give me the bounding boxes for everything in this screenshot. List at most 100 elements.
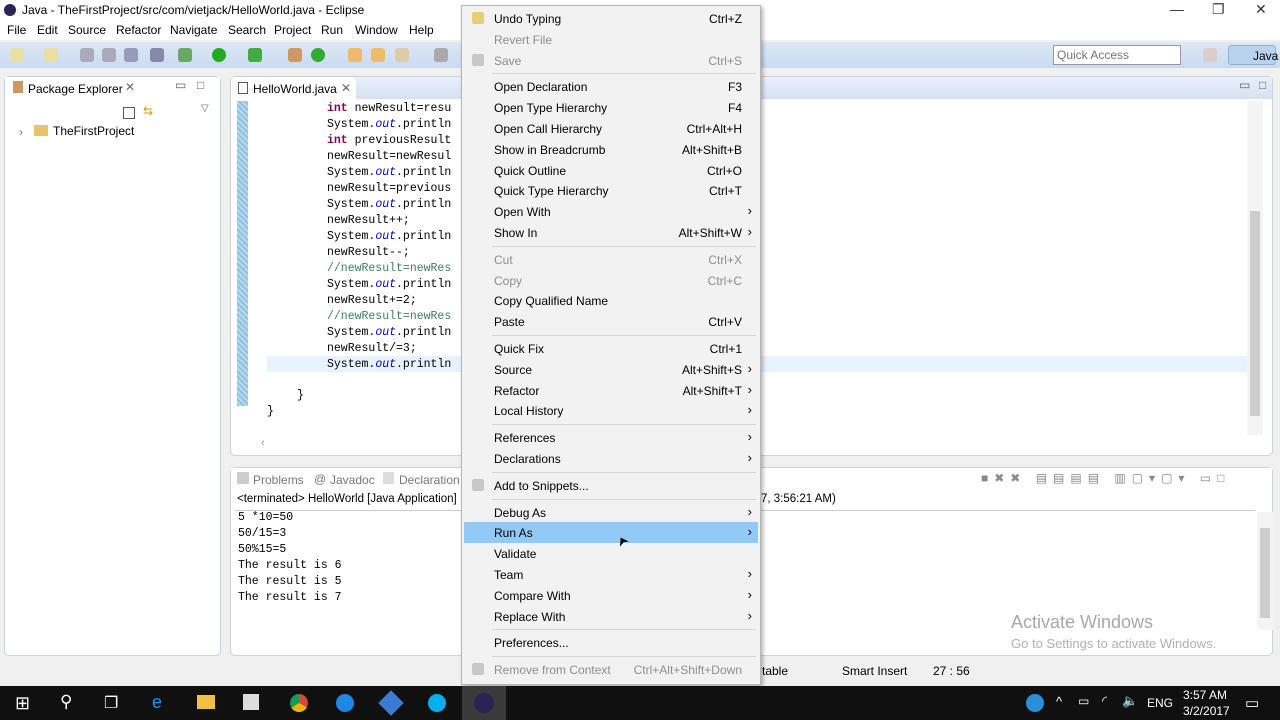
menu-item-quick-fix[interactable]: Quick Fix Ctrl+1 bbox=[464, 338, 758, 359]
menu-item-copy[interactable]: Copy Ctrl+C bbox=[464, 270, 758, 291]
task-view-icon[interactable]: ❐ bbox=[104, 693, 118, 713]
update-icon[interactable] bbox=[1026, 694, 1044, 712]
maximize-editor-icon[interactable]: □ bbox=[1259, 78, 1266, 92]
language-indicator[interactable]: ENG bbox=[1147, 696, 1173, 710]
menu-item-declarations[interactable]: Declarations › bbox=[464, 448, 758, 469]
run-icon[interactable] bbox=[212, 48, 226, 62]
open-task-icon[interactable] bbox=[371, 48, 385, 62]
view-menu-icon[interactable]: ▽ bbox=[201, 103, 209, 114]
git-icon[interactable] bbox=[378, 690, 404, 716]
new-class-icon[interactable] bbox=[311, 48, 325, 62]
search-icon[interactable]: ⚲ bbox=[60, 692, 72, 712]
menu-navigate[interactable]: Navigate bbox=[170, 23, 217, 37]
new-java-project-icon[interactable] bbox=[288, 48, 302, 62]
clock-date[interactable]: 3/2/2017 bbox=[1183, 704, 1230, 718]
new-package-icon[interactable] bbox=[44, 48, 58, 62]
menu-item-team[interactable]: Team › bbox=[464, 564, 758, 585]
menu-refactor[interactable]: Refactor bbox=[116, 23, 161, 37]
action-center-icon[interactable]: ▭ bbox=[1245, 694, 1259, 712]
menu-item-preferences[interactable]: Preferences... bbox=[464, 632, 758, 653]
console-vertical-scrollbar[interactable] bbox=[1257, 512, 1273, 630]
menu-item-open-type-hierarchy[interactable]: Open Type Hierarchy F4 bbox=[464, 97, 758, 118]
menu-item-debug-as[interactable]: Debug As › bbox=[464, 502, 758, 523]
print-icon[interactable] bbox=[124, 48, 138, 62]
tab-javadoc[interactable]: Javadoc bbox=[330, 473, 375, 487]
menu-item-validate[interactable]: Validate bbox=[464, 543, 758, 564]
editor-vertical-scrollbar[interactable] bbox=[1247, 101, 1263, 435]
edge-icon[interactable]: e bbox=[152, 692, 162, 713]
menu-item-local-history[interactable]: Local History › bbox=[464, 400, 758, 421]
store-icon[interactable] bbox=[243, 694, 259, 710]
scrollbar-thumb[interactable] bbox=[1260, 528, 1270, 618]
close-button[interactable]: ✕ bbox=[1255, 1, 1267, 18]
menu-item-compare-with[interactable]: Compare With › bbox=[464, 585, 758, 606]
expand-chevron-icon[interactable]: › bbox=[19, 125, 23, 139]
menu-item-references[interactable]: References › bbox=[464, 427, 758, 448]
eclipse-taskbar-button[interactable] bbox=[462, 686, 506, 720]
menu-item-save[interactable]: Save Ctrl+S bbox=[464, 50, 758, 71]
save-icon[interactable] bbox=[80, 48, 94, 62]
debug-icon[interactable] bbox=[178, 48, 192, 62]
new-icon[interactable] bbox=[10, 48, 24, 62]
open-perspective-icon[interactable] bbox=[1203, 48, 1217, 62]
menu-item-run-as[interactable]: Run As › bbox=[464, 522, 758, 544]
menu-item-copy-qualified-name[interactable]: Copy Qualified Name bbox=[464, 290, 758, 311]
menu-project[interactable]: Project bbox=[274, 23, 311, 37]
menu-help[interactable]: Help bbox=[409, 23, 434, 37]
clock-time[interactable]: 3:57 AM bbox=[1183, 688, 1227, 702]
link-editor-icon[interactable]: ⇆ bbox=[143, 104, 153, 118]
package-explorer-title[interactable]: Package Explorer bbox=[28, 82, 123, 96]
close-view-icon[interactable]: ✕ bbox=[125, 80, 135, 94]
menu-item-add-to-snippets[interactable]: Add to Snippets... bbox=[464, 475, 758, 496]
menu-search[interactable]: Search bbox=[228, 23, 266, 37]
menu-item-show-in[interactable]: Show In Alt+Shift+W › bbox=[464, 222, 758, 243]
minimize-view-icon[interactable]: ▭ bbox=[175, 78, 186, 92]
console-toolbar-icons[interactable]: ■✖✖ ▤▤▤▤ ▥▢▾▢▾ ▭□ bbox=[981, 471, 1230, 485]
menu-item-open-declaration[interactable]: Open Declaration F3 bbox=[464, 76, 758, 97]
menu-window[interactable]: Window bbox=[355, 23, 398, 37]
battery-icon[interactable]: ▭ bbox=[1078, 694, 1089, 708]
skype-icon[interactable] bbox=[428, 694, 446, 712]
menu-item-source[interactable]: Source Alt+Shift+S › bbox=[464, 359, 758, 380]
coverage-icon[interactable] bbox=[248, 48, 262, 62]
skip-breakpoints-icon[interactable] bbox=[150, 48, 164, 62]
teamviewer-icon[interactable] bbox=[336, 694, 354, 712]
menu-item-quick-type-hierarchy[interactable]: Quick Type Hierarchy Ctrl+T bbox=[464, 180, 758, 201]
save-all-icon[interactable] bbox=[102, 48, 116, 62]
tab-declaration[interactable]: Declaration bbox=[399, 473, 460, 487]
open-type-icon[interactable] bbox=[348, 48, 362, 62]
menu-run[interactable]: Run bbox=[321, 23, 343, 37]
file-explorer-icon[interactable] bbox=[197, 695, 215, 709]
last-edit-icon[interactable] bbox=[434, 48, 448, 62]
project-item[interactable]: TheFirstProject bbox=[53, 124, 134, 138]
wifi-icon[interactable]: ◜ bbox=[1102, 693, 1107, 709]
menu-item-refactor[interactable]: Refactor Alt+Shift+T › bbox=[464, 380, 758, 401]
editor-tab[interactable]: HelloWorld.java ✕ bbox=[231, 77, 356, 99]
code-area[interactable]: int newResult=resu System.out.println int … bbox=[327, 101, 451, 373]
close-tab-icon[interactable]: ✕ bbox=[341, 81, 351, 95]
menu-item-revert-file[interactable]: Revert File bbox=[464, 29, 758, 50]
tab-problems[interactable]: Problems bbox=[253, 473, 304, 487]
menu-item-open-call-hierarchy[interactable]: Open Call Hierarchy Ctrl+Alt+H bbox=[464, 118, 758, 139]
search-icon[interactable] bbox=[395, 48, 409, 62]
menu-edit[interactable]: Edit bbox=[37, 23, 58, 37]
minimize-editor-icon[interactable]: ▭ bbox=[1239, 78, 1250, 92]
menu-item-show-in-breadcrumb[interactable]: Show in Breadcrumb Alt+Shift+B bbox=[464, 139, 758, 160]
menu-item-remove-from-context[interactable]: Remove from Context Ctrl+Alt+Shift+Down bbox=[464, 659, 758, 680]
tray-chevron-icon[interactable]: ^ bbox=[1056, 694, 1062, 709]
menu-item-undo-typing[interactable]: Undo Typing Ctrl+Z bbox=[464, 8, 758, 29]
minimize-button[interactable]: — bbox=[1170, 1, 1184, 17]
menu-item-paste[interactable]: Paste Ctrl+V bbox=[464, 311, 758, 332]
windows-start-icon[interactable]: ⊞ bbox=[15, 693, 30, 714]
quick-access-input[interactable] bbox=[1053, 45, 1181, 65]
chrome-icon[interactable] bbox=[290, 694, 308, 712]
scrollbar-thumb[interactable] bbox=[1250, 211, 1260, 416]
java-perspective-button[interactable]: Java bbox=[1228, 45, 1278, 65]
menu-item-open-with[interactable]: Open With › bbox=[464, 201, 758, 222]
menu-file[interactable]: File bbox=[7, 23, 26, 37]
volume-icon[interactable]: 🔈 bbox=[1122, 693, 1138, 709]
maximize-view-icon[interactable]: □ bbox=[197, 78, 204, 92]
collapse-all-icon[interactable] bbox=[123, 107, 135, 119]
menu-source[interactable]: Source bbox=[68, 23, 106, 37]
menu-item-cut[interactable]: Cut Ctrl+X bbox=[464, 249, 758, 270]
